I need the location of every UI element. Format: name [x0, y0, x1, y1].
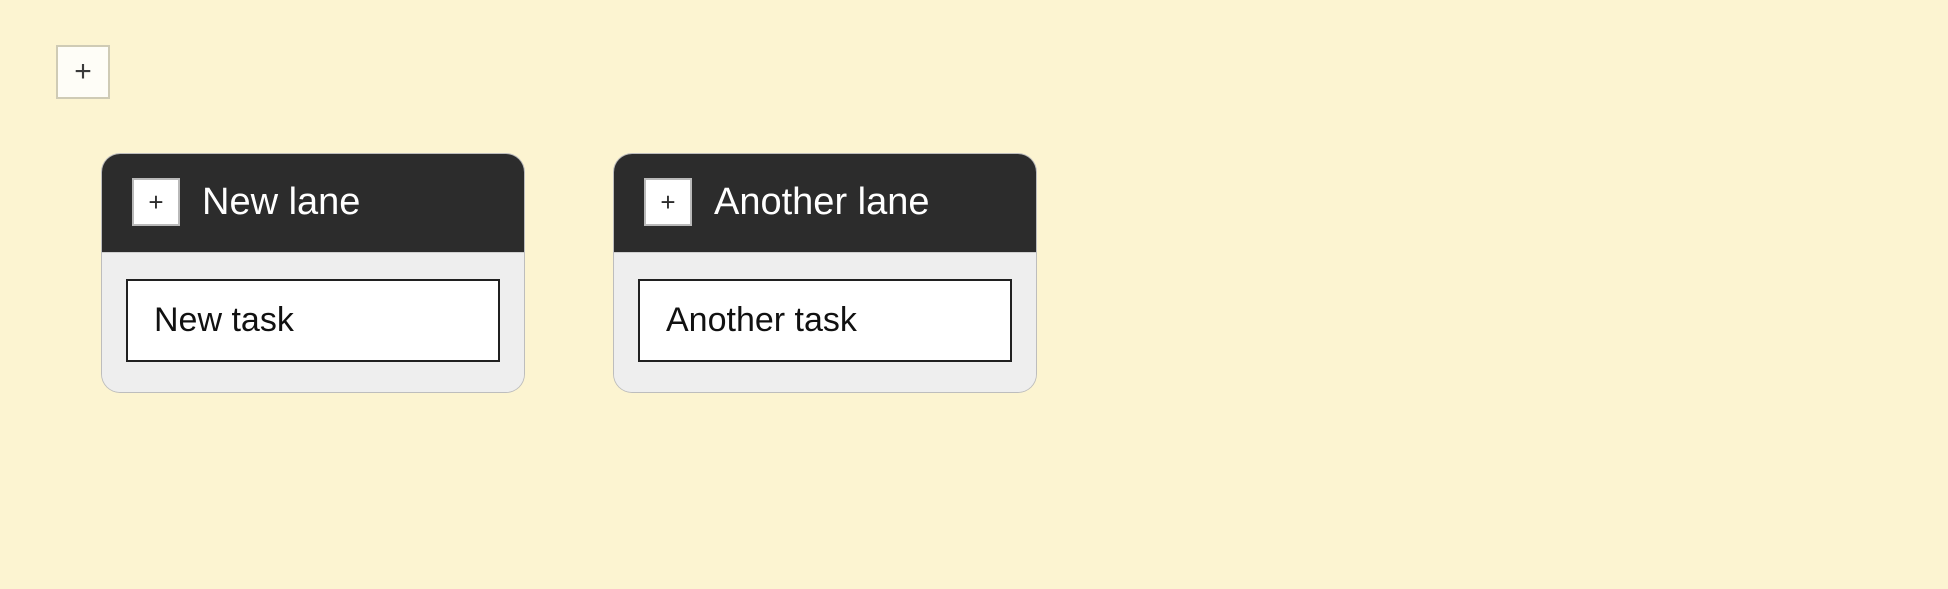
- task-card[interactable]: New task: [126, 279, 500, 362]
- plus-icon: +: [148, 189, 163, 215]
- add-lane-button[interactable]: +: [56, 45, 110, 99]
- kanban-board: + + New lane New task + Another lane: [0, 0, 1948, 437]
- lane-header: + New lane: [102, 154, 524, 252]
- lane-title: New lane: [202, 181, 360, 224]
- plus-icon: +: [74, 57, 92, 87]
- lane[interactable]: + New lane New task: [102, 154, 524, 392]
- add-task-button[interactable]: +: [132, 178, 180, 226]
- task-title: New task: [154, 301, 294, 339]
- plus-icon: +: [660, 189, 675, 215]
- task-title: Another task: [666, 301, 857, 339]
- lane-body: New task: [102, 252, 524, 392]
- lane-title: Another lane: [714, 181, 930, 224]
- add-task-button[interactable]: +: [644, 178, 692, 226]
- lane-header: + Another lane: [614, 154, 1036, 252]
- lanes-container: + New lane New task + Another lane Anoth…: [102, 154, 1892, 392]
- lane-body: Another task: [614, 252, 1036, 392]
- task-card[interactable]: Another task: [638, 279, 1012, 362]
- lane[interactable]: + Another lane Another task: [614, 154, 1036, 392]
